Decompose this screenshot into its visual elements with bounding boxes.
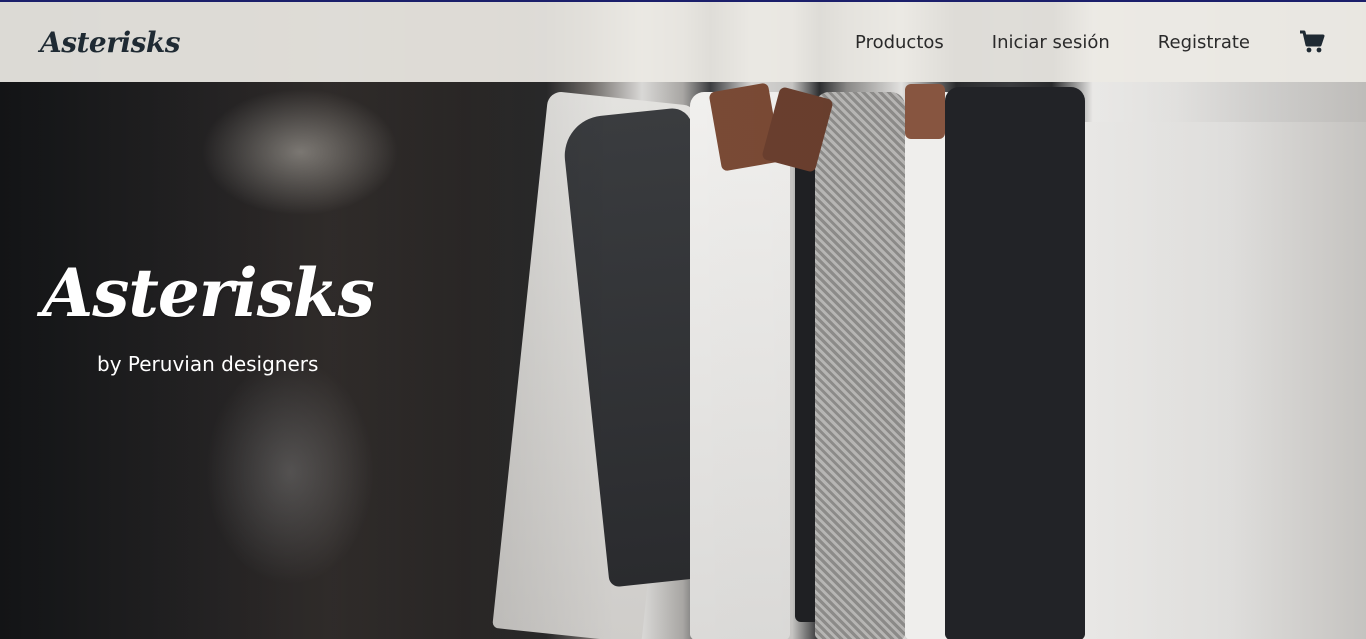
nav-links: Productos Iniciar sesión Registrate xyxy=(807,29,1326,55)
page: Asterisks Productos Iniciar sesión Regis… xyxy=(0,0,1366,639)
brand-logo[interactable]: Asterisks xyxy=(40,26,181,59)
navbar: Asterisks Productos Iniciar sesión Regis… xyxy=(0,2,1366,82)
nav-link-iniciar-sesion[interactable]: Iniciar sesión xyxy=(992,32,1110,53)
nav-link-productos[interactable]: Productos xyxy=(855,32,944,53)
hero-subtitle: by Peruvian designers xyxy=(97,352,319,376)
hero-title: Asterisks xyxy=(42,254,375,332)
nav-link-registrate[interactable]: Registrate xyxy=(1158,32,1250,53)
cart-icon[interactable] xyxy=(1298,29,1326,55)
